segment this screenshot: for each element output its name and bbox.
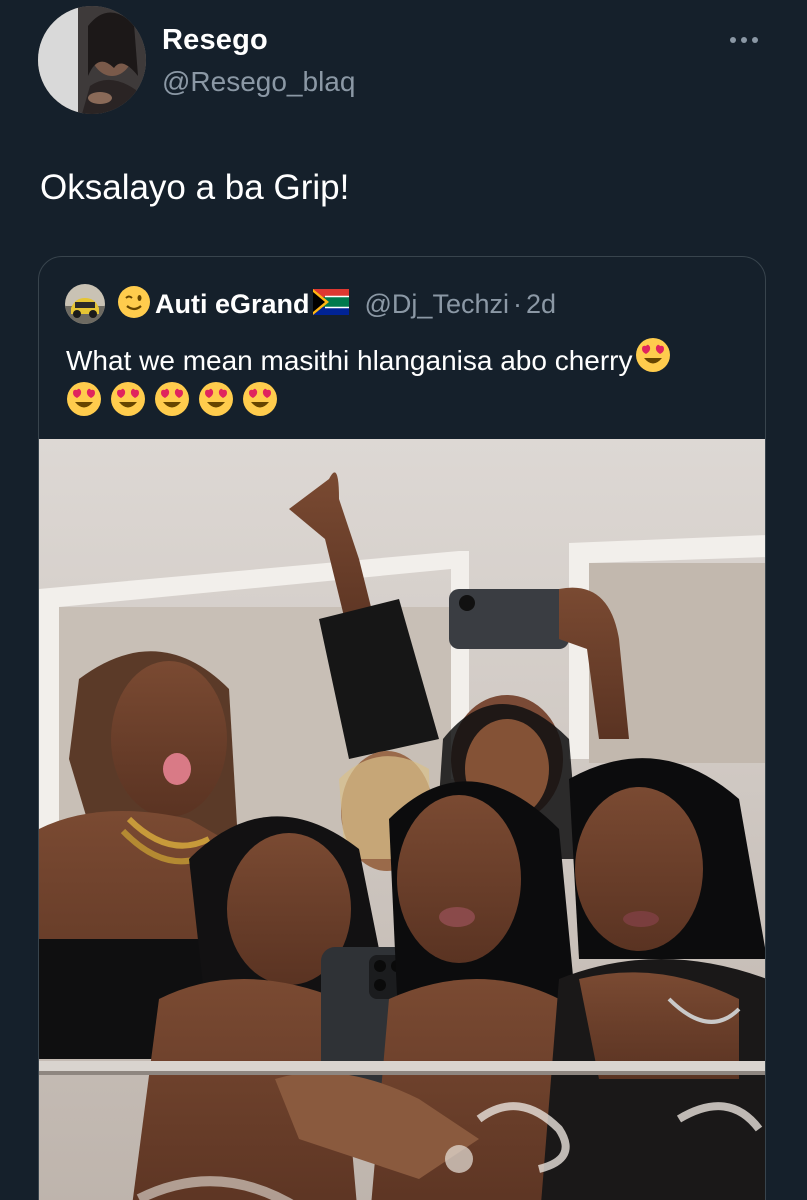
quoted-author-handle[interactable]: @Dj_Techzi [365, 289, 509, 320]
heart-eyes-emoji [242, 381, 278, 430]
author-handle[interactable]: @Resego_blaq [162, 66, 355, 98]
quoted-tweet-photo[interactable] [39, 439, 765, 1200]
heart-eyes-emoji [66, 381, 102, 430]
heart-eyes-emoji [110, 381, 146, 430]
more-options-button[interactable] [722, 22, 766, 58]
quoted-author-name[interactable]: Auti eGrand [155, 289, 310, 320]
heart-eyes-emoji [154, 381, 190, 430]
winking-face-emoji [117, 285, 151, 324]
author-avatar[interactable] [38, 6, 146, 114]
quoted-tweet-text: What we mean masithi hlanganisa abo cher… [66, 345, 633, 376]
quoted-tweet-card[interactable]: Auti eGrand @Dj_Techzi · 2d What we mean… [38, 256, 766, 1200]
south-africa-flag-emoji [312, 288, 349, 320]
quoted-tweet-header: Auti eGrand @Dj_Techzi · 2d [65, 283, 556, 325]
quoted-author-avatar[interactable] [65, 284, 105, 324]
quoted-tweet-text-block: What we mean masithi hlanganisa abo cher… [66, 337, 746, 430]
ellipsis-dot [752, 37, 758, 43]
author-name[interactable]: Resego [162, 24, 268, 57]
heart-eyes-emoji [198, 381, 234, 430]
tweet[interactable]: Resego @Resego_blaq Oksalayo a ba Grip! [0, 0, 807, 1200]
quoted-tweet-timestamp[interactable]: 2d [526, 289, 556, 320]
header-separator: · [512, 288, 522, 319]
ellipsis-icon [730, 37, 736, 43]
ellipsis-dot [741, 37, 747, 43]
emoji-row [66, 381, 746, 430]
heart-eyes-emoji [635, 337, 671, 386]
tweet-text: Oksalayo a ba Grip! [40, 168, 350, 207]
